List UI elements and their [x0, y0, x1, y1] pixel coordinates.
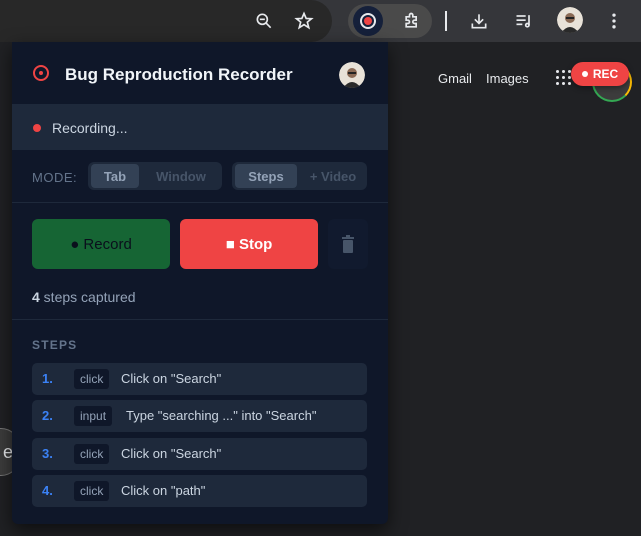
step-description: Click on "Search"	[121, 446, 222, 461]
step-description: Click on "Search"	[121, 371, 222, 386]
apps-grid-icon[interactable]	[556, 70, 572, 86]
steps-captured-summary: 4 steps captured	[32, 289, 136, 305]
step-description: Click on "path"	[121, 483, 206, 498]
trash-icon	[342, 235, 354, 253]
steps-section-title: STEPS	[32, 338, 78, 352]
step-item[interactable]: 1. click Click on "Search"	[32, 363, 367, 395]
popup-title: Bug Reproduction Recorder	[65, 65, 293, 84]
kebab-menu-icon[interactable]	[600, 7, 628, 35]
rec-badge: REC	[571, 62, 629, 86]
toolbar-separator	[445, 11, 447, 31]
step-description: Type "searching ..." into "Search"	[126, 408, 317, 423]
images-link[interactable]: Images	[486, 71, 529, 86]
mode-row: MODE: Tab Window Steps + Video	[12, 150, 388, 203]
popup-header: Bug Reproduction Recorder	[12, 42, 388, 104]
browser-toolbar	[0, 0, 641, 42]
media-playlist-icon[interactable]	[510, 7, 538, 35]
stop-button[interactable]: ■ Stop	[180, 219, 318, 269]
step-number: 4.	[42, 483, 53, 498]
clear-steps-button[interactable]	[328, 219, 368, 269]
output-video-option[interactable]: + Video	[301, 164, 365, 188]
rec-badge-label: REC	[592, 67, 619, 81]
zoom-icon[interactable]	[250, 7, 278, 35]
recorder-popup: Bug Reproduction Recorder Recording... M…	[12, 42, 388, 524]
step-item[interactable]: 2. input Type "searching ..." into "Sear…	[32, 400, 367, 432]
download-icon[interactable]	[465, 7, 493, 35]
record-target-icon	[33, 65, 49, 81]
rec-dot-icon	[581, 71, 588, 77]
output-steps-option[interactable]: Steps	[235, 164, 297, 188]
mode-label: MODE:	[32, 170, 78, 185]
steps-count: 4	[32, 289, 40, 305]
step-number: 3.	[42, 446, 53, 461]
step-item[interactable]: 4. click Click on "path"	[32, 475, 367, 507]
bookmark-star-icon[interactable]	[290, 7, 318, 35]
step-type-tag: click	[74, 481, 110, 501]
step-number: 1.	[42, 371, 53, 386]
capture-tab-option[interactable]: Tab	[91, 164, 139, 188]
capture-mode-toggle: Tab Window	[88, 162, 222, 190]
step-type-tag: click	[74, 369, 110, 389]
step-type-tag: click	[74, 444, 110, 464]
recording-controls: ● Record ■ Stop 4 steps captured	[12, 203, 388, 320]
extension-recorder-icon[interactable]	[353, 6, 383, 36]
recording-status-bar: Recording...	[12, 104, 388, 150]
popup-avatar[interactable]	[339, 62, 365, 88]
step-number: 2.	[42, 408, 53, 423]
recording-dot-icon	[33, 124, 41, 132]
steps-count-suffix: steps captured	[39, 289, 136, 305]
step-type-tag: input	[74, 406, 113, 426]
extensions-puzzle-icon[interactable]	[398, 7, 426, 35]
step-item[interactable]: 3. click Click on "Search"	[32, 438, 367, 470]
recording-status-text: Recording...	[52, 120, 128, 136]
gmail-link[interactable]: Gmail	[438, 71, 472, 86]
capture-window-option[interactable]: Window	[143, 164, 219, 188]
output-mode-toggle: Steps + Video	[232, 162, 367, 190]
profile-avatar[interactable]	[557, 7, 583, 33]
omnibox[interactable]	[0, 0, 332, 42]
record-button[interactable]: ● Record	[32, 219, 170, 269]
